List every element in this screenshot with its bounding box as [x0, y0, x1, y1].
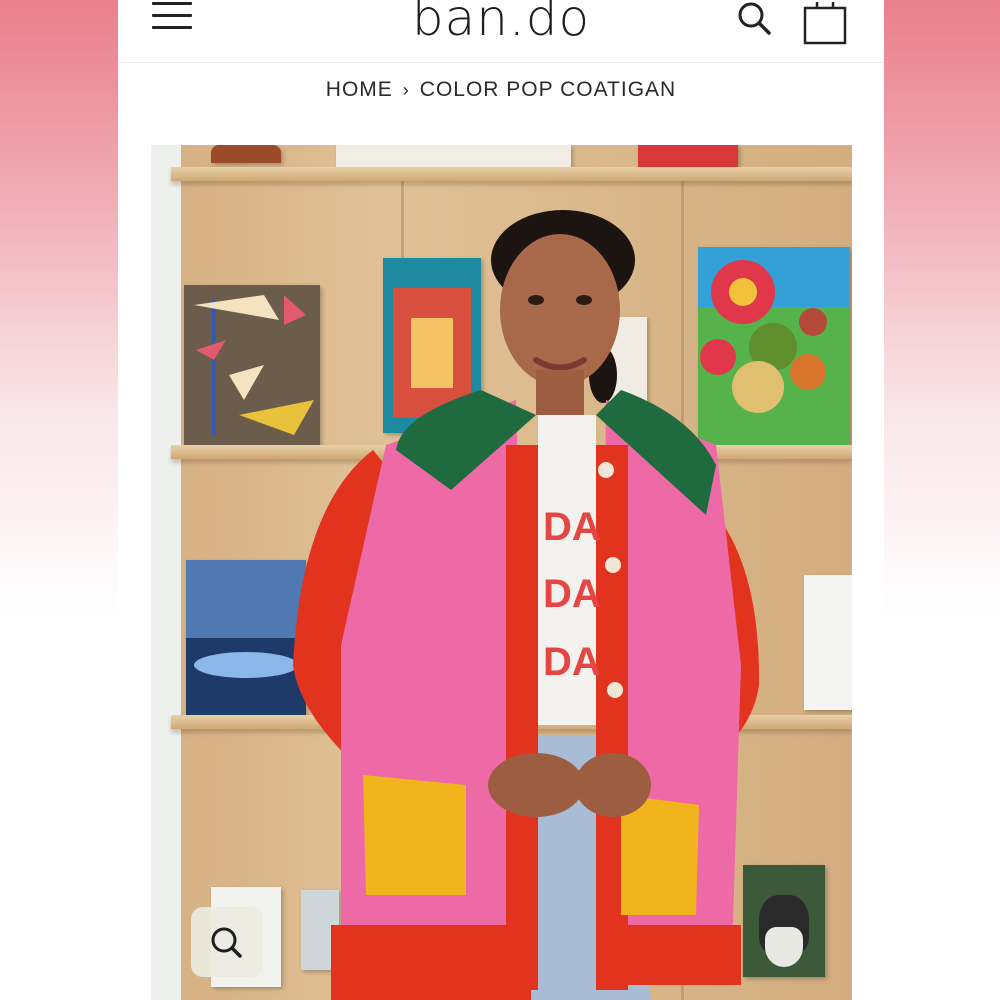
page-background-left [0, 0, 118, 1000]
page-background-right [884, 0, 1000, 1000]
shopping-bag-icon[interactable] [802, 0, 850, 46]
search-icon[interactable] [736, 0, 774, 38]
breadcrumb-home-link[interactable]: HOME [326, 78, 393, 101]
svg-text:DA: DA [543, 640, 601, 684]
svg-text:DA: DA [543, 572, 601, 616]
product-image[interactable]: DA DA DA [151, 145, 852, 1000]
product-page: ban.do HOME › COLOR POP COATIGAN DA DA D… [118, 0, 884, 1000]
magnify-icon [211, 927, 242, 958]
breadcrumb-current: COLOR POP COATIGAN [419, 78, 677, 101]
zoom-button[interactable] [191, 907, 263, 977]
model-figure: DA DA DA [293, 210, 760, 1000]
hamburger-menu-icon[interactable] [150, 0, 194, 36]
site-header: ban.do [118, 0, 884, 63]
breadcrumb: HOME › COLOR POP COATIGAN [118, 78, 884, 102]
breadcrumb-separator: › [402, 80, 410, 100]
svg-text:DA: DA [543, 505, 601, 549]
brand-logo[interactable]: ban.do [378, 0, 624, 46]
